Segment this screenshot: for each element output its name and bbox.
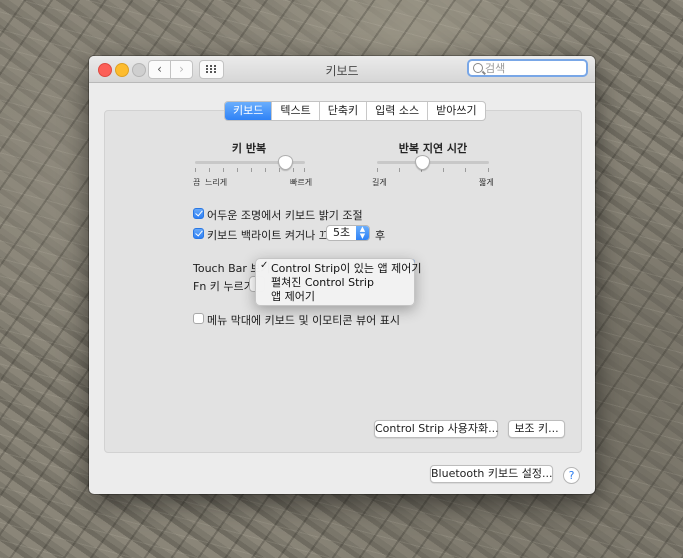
touchbar-dropdown-menu: ✓ Control Strip이 있는 앱 제어기 펼쳐진 Control St… [255, 258, 421, 306]
backlight-off-checkbox[interactable] [193, 228, 204, 239]
repeat-delay-ticks [377, 168, 489, 174]
help-button[interactable]: ? [563, 467, 580, 484]
search-input[interactable] [485, 61, 583, 75]
fn-key-label: Fn 키 누르기 [193, 280, 254, 293]
backlight-timeout-select[interactable]: 5초 ▲ ▼ [326, 225, 370, 241]
menu-viewer-checkbox[interactable] [193, 313, 204, 324]
title-bar: ‹ › 키보드 [89, 56, 595, 83]
menu-item-app-controls[interactable]: 앱 제어기 [271, 288, 315, 304]
repeat-delay-track[interactable] [377, 161, 489, 164]
backlight-off-label: 키보드 백라이트 켜거나 끄기: [207, 229, 343, 242]
search-field[interactable] [467, 59, 588, 77]
key-repeat-title: 키 반복 [231, 142, 267, 155]
dark-adjust-checkbox[interactable] [193, 208, 204, 219]
checkmark-icon: ✓ [260, 260, 269, 271]
key-repeat-fast-label: 빠르게 [290, 178, 313, 187]
customize-control-strip-button[interactable]: Control Strip 사용자화... [374, 420, 499, 438]
tab-text[interactable]: 텍스트 [271, 102, 318, 120]
repeat-delay-long-label: 길게 [372, 178, 387, 187]
menu-viewer-label: 메뉴 막대에 키보드 및 이모티콘 뷰어 표시 [207, 314, 401, 327]
dark-adjust-label: 어두운 조명에서 키보드 밝기 조절 [207, 209, 363, 222]
tab-keyboard[interactable]: 키보드 [225, 102, 272, 120]
modifier-keys-button[interactable]: 보조 키... [508, 420, 565, 438]
updown-arrows-icon: ▲ ▼ [356, 226, 369, 240]
bluetooth-keyboard-setup-button[interactable]: Bluetooth 키보드 설정... [430, 465, 553, 483]
key-repeat-off-label: 끔 [193, 178, 201, 187]
search-icon [473, 63, 483, 73]
repeat-delay-short-label: 짧게 [479, 178, 494, 187]
tab-shortcuts[interactable]: 단축키 [318, 102, 366, 120]
tab-input-sources[interactable]: 입력 소스 [366, 102, 427, 120]
key-repeat-slow-label: 느리게 [205, 178, 228, 187]
repeat-delay-title: 반복 지연 시간 [398, 142, 468, 155]
tab-bar: 키보드 텍스트 단축키 입력 소스 받아쓰기 [224, 101, 486, 121]
backlight-suffix: 후 [375, 229, 386, 242]
backlight-timeout-value: 5초 [333, 226, 351, 239]
tab-dictation[interactable]: 받아쓰기 [427, 102, 484, 120]
